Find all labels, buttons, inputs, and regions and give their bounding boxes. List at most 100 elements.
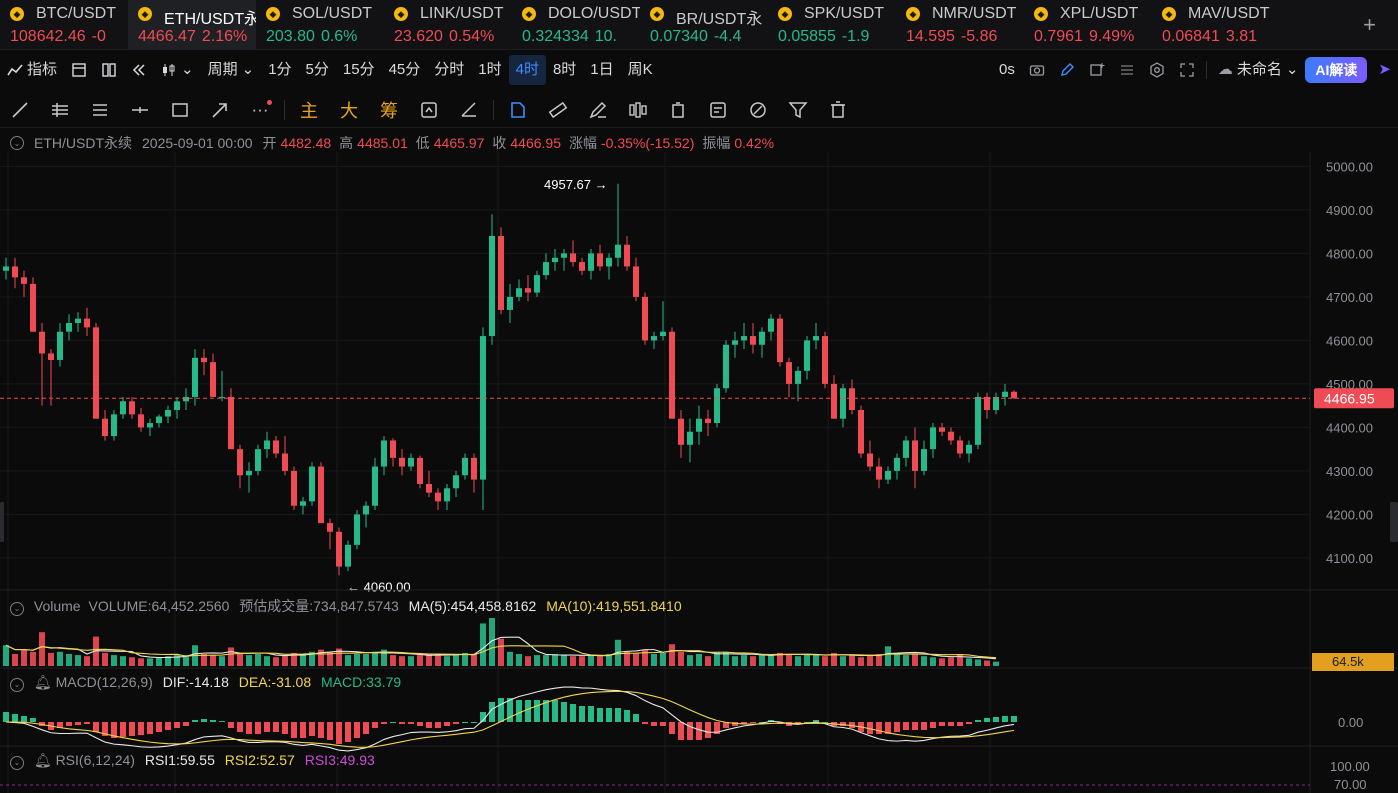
candle-body [687, 431, 693, 445]
collapse-chevron-icon[interactable]: ⌄ [10, 136, 24, 150]
ruler-icon[interactable] [538, 94, 578, 126]
interval-button[interactable]: 周K [621, 55, 660, 85]
candle-body [903, 440, 909, 458]
bell-icon[interactable]: 🔔︎ [34, 752, 52, 768]
chart-area[interactable]: 4100.00 4200.00 4300.00 4400.00 4500.00 4600.… [0, 152, 1398, 793]
volume-bar [273, 657, 279, 666]
share-icon[interactable]: ➤ [1371, 55, 1398, 85]
arrow-tool-icon[interactable] [200, 94, 240, 126]
volume-bar [399, 656, 405, 666]
layout-name-select[interactable]: ☁ 未命名 ⌄ [1211, 55, 1306, 85]
y-tick-label: 4600.00 [1326, 333, 1373, 348]
macd-bar [345, 722, 351, 742]
volume-bar [75, 655, 81, 666]
settings-list-icon[interactable] [1112, 55, 1142, 85]
candle-body [183, 396, 189, 402]
camera-icon[interactable] [1022, 55, 1052, 85]
candle-body [993, 396, 999, 410]
interval-button[interactable]: 1时 [471, 55, 508, 85]
info-close-label: 收 [492, 135, 507, 151]
bell-icon[interactable]: 🔔︎ [34, 674, 52, 690]
collapse-chevron-icon[interactable]: ⌄ [10, 601, 24, 616]
rsi-axis-label: 100.00 [1330, 759, 1370, 774]
magnet-icon[interactable] [498, 94, 538, 126]
ticker-symbol: XPL/USDT [1060, 5, 1139, 22]
interval-button[interactable]: 1分 [261, 55, 298, 85]
interval-button[interactable]: 分时 [427, 55, 471, 85]
fib-tool-icon[interactable] [80, 94, 120, 126]
ticker-symbol: ETH/USDT永续 [164, 11, 256, 28]
candle-body [651, 336, 657, 341]
collapse-chevron-icon[interactable]: ⌄ [10, 677, 24, 692]
ticker-tab[interactable]: ◆ ETH/USDT永续4466.47 2.16% [128, 0, 256, 50]
split-view-icon[interactable] [94, 55, 124, 85]
candle-body [984, 396, 990, 410]
add-ticker-icon[interactable]: + [1363, 12, 1376, 38]
interval-button[interactable]: 4时 [508, 55, 546, 85]
candle-body [525, 288, 531, 293]
measure-icon[interactable] [449, 94, 489, 126]
indicators-button[interactable]: 指标 [0, 55, 64, 85]
ticker-tab[interactable]: ◆ BTC/USDT 108642.46 -0 [0, 0, 128, 50]
ticker-tab[interactable]: ◆ NMR/USDT 14.595 -5.86 [896, 0, 1024, 50]
interval-button[interactable]: 15分 [336, 55, 382, 85]
rectangle-tool-icon[interactable] [160, 94, 200, 126]
scroll-handle [0, 502, 4, 542]
layout-icon[interactable] [64, 55, 94, 85]
interval-button[interactable]: 5分 [299, 55, 336, 85]
ticker-tab[interactable]: ◆ DOLO/USDT 0.324334 10. [512, 0, 640, 50]
ticker-tab[interactable]: ◆ BR/USDT永 0.07340 -4.4 [640, 0, 768, 50]
gear-icon[interactable] [1142, 55, 1172, 85]
big-order-toggle[interactable]: 大 [329, 94, 369, 126]
info-low: 4465.97 [433, 135, 485, 151]
ticker-tab[interactable]: ◆ SOL/USDT 203.80 0.6% [256, 0, 384, 50]
copy-icon[interactable] [658, 94, 698, 126]
candle-body [309, 466, 315, 502]
volume-bar [417, 655, 423, 666]
add-window-icon[interactable] [1082, 55, 1112, 85]
ticker-bar: ◆ BTC/USDT 108642.46 -0 ◆ ETH/USDT永续4466.47 2.… [0, 0, 1398, 50]
macd-bar [273, 722, 279, 732]
trash-icon[interactable] [818, 94, 858, 126]
trend-line-tool-icon[interactable] [0, 94, 40, 126]
ticker-price-line: 14.595 -5.86 [906, 28, 997, 46]
candle-body [894, 457, 900, 471]
y-tick-label: 4900.00 [1326, 203, 1373, 218]
candle-body [858, 410, 864, 454]
candle-body [867, 453, 873, 467]
candle-body [264, 440, 270, 450]
candle-body [336, 531, 342, 567]
ticker-tab[interactable]: ◆ XPL/USDT 0.7961 9.49% [1024, 0, 1152, 50]
filter-icon[interactable] [778, 94, 818, 126]
ai-analysis-button[interactable]: AI解读 [1305, 57, 1368, 83]
volume-bar [579, 656, 585, 666]
ticker-tab[interactable]: ◆ SPK/USDT 0.05855 -1.9 [768, 0, 896, 50]
replay-icon[interactable] [409, 94, 449, 126]
period-select[interactable]: 周期 ⌄ [201, 55, 262, 85]
note-icon[interactable] [698, 94, 738, 126]
pen-icon[interactable] [1052, 55, 1082, 85]
more-tools-icon[interactable]: ··· [240, 94, 280, 126]
brush-icon[interactable] [578, 94, 618, 126]
rewind-icon[interactable] [124, 55, 154, 85]
interval-button[interactable]: 8时 [546, 55, 583, 85]
macd-bar [309, 722, 315, 736]
collapse-chevron-icon[interactable]: ⌄ [10, 755, 24, 770]
volume-bar [795, 656, 801, 666]
ticker-tab[interactable]: ◆ MAV/USDT 0.06841 3.81 [1152, 0, 1280, 50]
candles-icon[interactable] [618, 94, 658, 126]
chip-distribution-toggle[interactable]: 筹 [369, 94, 409, 126]
parallel-channel-tool-icon[interactable] [40, 94, 80, 126]
link-icon[interactable] [738, 94, 778, 126]
ticker-tab[interactable]: ◆ LINK/USDT 23.620 0.54% [384, 0, 512, 50]
fullscreen-icon[interactable] [1172, 55, 1202, 85]
macd-bar [399, 722, 405, 724]
horizontal-line-tool-icon[interactable] [120, 94, 160, 126]
main-indicator-toggle[interactable]: 主 [289, 94, 329, 126]
interval-button[interactable]: 1日 [583, 55, 620, 85]
candle-body [741, 336, 747, 341]
interval-button[interactable]: 45分 [382, 55, 428, 85]
price-chart-svg[interactable]: 4100.004200.004300.004400.004500.004600.… [0, 152, 1398, 793]
volume-bar [930, 657, 936, 666]
candle-type-button[interactable]: ⌄ [154, 55, 201, 85]
